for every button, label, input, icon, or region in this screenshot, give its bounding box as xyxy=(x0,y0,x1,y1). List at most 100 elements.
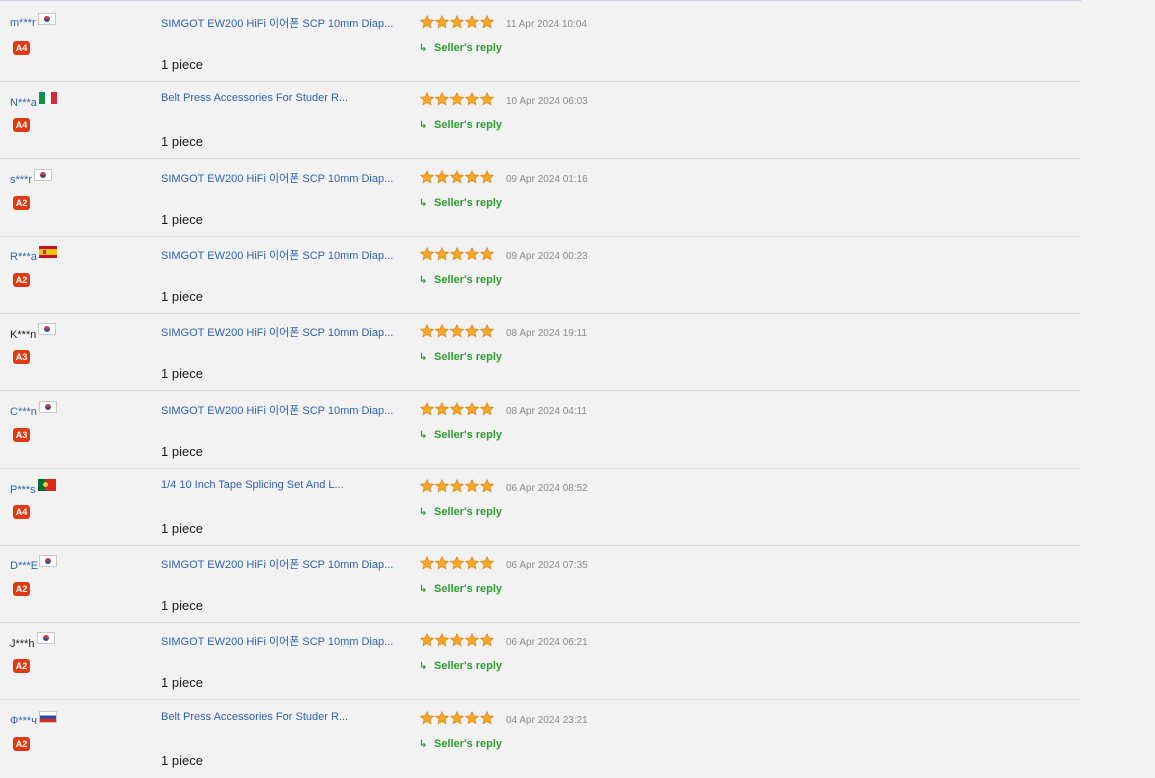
product-link[interactable]: 1/4 10 Inch Tape Splicing Set And L... xyxy=(161,479,344,491)
buyer-name[interactable]: D***E xyxy=(10,560,38,572)
star-icon xyxy=(435,402,449,416)
star-icon xyxy=(420,556,434,570)
buyer-level-badge: A2 xyxy=(13,582,30,596)
quantity-text: 1 piece xyxy=(161,212,203,227)
rating-stars xyxy=(420,711,495,727)
feedback-list: m***r A4 SIMGOT EW200 HiFi 이어폰 SCP 10mm … xyxy=(0,0,1081,777)
buyer-level-badge: A3 xyxy=(13,428,30,442)
buyer-name[interactable]: K***n xyxy=(10,329,36,341)
star-icon xyxy=(465,170,479,184)
quantity-text: 1 piece xyxy=(161,521,203,536)
seller-reply-label: Seller's reply xyxy=(434,197,503,209)
product-link[interactable]: SIMGOT EW200 HiFi 이어폰 SCP 10mm Diap... xyxy=(161,556,393,572)
star-icon xyxy=(480,711,494,725)
feedback-row: D***E A2 SIMGOT EW200 HiFi 이어폰 SCP 10mm … xyxy=(0,546,1081,623)
star-icon xyxy=(450,247,464,261)
buyer-name[interactable]: P***s xyxy=(10,484,36,496)
rating-stars xyxy=(420,170,495,186)
star-icon xyxy=(420,402,434,416)
seller-reply-link[interactable]: ↳ Seller's reply xyxy=(419,583,502,595)
star-icon xyxy=(450,711,464,725)
kr-flag-icon xyxy=(39,401,57,413)
star-icon xyxy=(420,711,434,725)
buyer-level-badge: A4 xyxy=(13,118,30,132)
seller-reply-link[interactable]: ↳ Seller's reply xyxy=(419,42,502,54)
seller-reply-link[interactable]: ↳ Seller's reply xyxy=(419,506,502,518)
seller-reply-label: Seller's reply xyxy=(434,738,503,750)
feedback-row: R***a A2 SIMGOT EW200 HiFi 이어폰 SCP 10mm … xyxy=(0,237,1081,314)
buyer-name[interactable]: J***h xyxy=(10,638,34,650)
star-icon xyxy=(420,92,434,106)
star-icon xyxy=(465,711,479,725)
star-icon xyxy=(420,633,434,647)
reply-arrow-icon: ↳ xyxy=(419,661,428,672)
star-icon xyxy=(435,324,449,338)
star-icon xyxy=(450,556,464,570)
star-icon xyxy=(465,402,479,416)
rating-stars xyxy=(420,556,495,572)
star-icon xyxy=(420,324,434,338)
quantity-text: 1 piece xyxy=(161,289,203,304)
es-flag-icon xyxy=(39,246,57,258)
feedback-row: C***n A3 SIMGOT EW200 HiFi 이어폰 SCP 10mm … xyxy=(0,392,1081,469)
product-link[interactable]: SIMGOT EW200 HiFi 이어폰 SCP 10mm Diap... xyxy=(161,170,393,186)
seller-reply-label: Seller's reply xyxy=(434,351,503,363)
review-date: 08 Apr 2024 04:11 xyxy=(506,406,587,417)
reply-arrow-icon: ↳ xyxy=(419,275,428,286)
star-icon xyxy=(480,170,494,184)
buyer-name[interactable]: m***r xyxy=(10,17,36,29)
quantity-text: 1 piece xyxy=(161,598,203,613)
buyer-name[interactable]: R***a xyxy=(10,251,37,263)
buyer-level-badge: A2 xyxy=(13,273,30,287)
star-icon xyxy=(450,402,464,416)
quantity-text: 1 piece xyxy=(161,753,203,768)
review-date: 11 Apr 2024 10:04 xyxy=(506,19,587,30)
buyer-name[interactable]: N***a xyxy=(10,97,37,109)
it-flag-icon xyxy=(39,92,57,104)
reply-arrow-icon: ↳ xyxy=(419,198,428,209)
buyer-name[interactable]: s***r xyxy=(10,174,32,186)
seller-reply-link[interactable]: ↳ Seller's reply xyxy=(419,274,502,286)
quantity-text: 1 piece xyxy=(161,675,203,690)
star-icon xyxy=(480,15,494,29)
buyer-name[interactable]: C***n xyxy=(10,406,37,418)
star-icon xyxy=(480,556,494,570)
feedback-row: m***r A4 SIMGOT EW200 HiFi 이어폰 SCP 10mm … xyxy=(0,5,1081,82)
rating-stars xyxy=(420,15,495,31)
star-icon xyxy=(435,633,449,647)
feedback-row: s***r A2 SIMGOT EW200 HiFi 이어폰 SCP 10mm … xyxy=(0,160,1081,237)
product-link[interactable]: Belt Press Accessories For Studer R... xyxy=(161,92,348,104)
seller-reply-label: Seller's reply xyxy=(434,583,503,595)
reply-arrow-icon: ↳ xyxy=(419,120,428,131)
quantity-text: 1 piece xyxy=(161,57,203,72)
star-icon xyxy=(465,247,479,261)
reply-arrow-icon: ↳ xyxy=(419,43,428,54)
product-link[interactable]: SIMGOT EW200 HiFi 이어폰 SCP 10mm Diap... xyxy=(161,402,393,418)
seller-reply-link[interactable]: ↳ Seller's reply xyxy=(419,119,502,131)
star-icon xyxy=(480,633,494,647)
rating-stars xyxy=(420,479,495,495)
seller-reply-label: Seller's reply xyxy=(434,660,503,672)
star-icon xyxy=(435,479,449,493)
seller-reply-link[interactable]: ↳ Seller's reply xyxy=(419,351,502,363)
product-link[interactable]: SIMGOT EW200 HiFi 이어폰 SCP 10mm Diap... xyxy=(161,633,393,649)
reply-arrow-icon: ↳ xyxy=(419,739,428,750)
buyer-level-badge: A4 xyxy=(13,505,30,519)
star-icon xyxy=(450,15,464,29)
product-link[interactable]: Belt Press Accessories For Studer R... xyxy=(161,711,348,723)
buyer-name[interactable]: Ф***ч xyxy=(10,715,37,727)
seller-reply-link[interactable]: ↳ Seller's reply xyxy=(419,197,502,209)
product-link[interactable]: SIMGOT EW200 HiFi 이어폰 SCP 10mm Diap... xyxy=(161,324,393,340)
product-link[interactable]: SIMGOT EW200 HiFi 이어폰 SCP 10mm Diap... xyxy=(161,247,393,263)
seller-reply-link[interactable]: ↳ Seller's reply xyxy=(419,660,502,672)
star-icon xyxy=(480,247,494,261)
review-date: 08 Apr 2024 19:11 xyxy=(506,328,587,339)
review-date: 06 Apr 2024 08:52 xyxy=(506,483,588,494)
product-link[interactable]: SIMGOT EW200 HiFi 이어폰 SCP 10mm Diap... xyxy=(161,15,393,31)
buyer-level-badge: A4 xyxy=(13,41,30,55)
seller-reply-link[interactable]: ↳ Seller's reply xyxy=(419,429,502,441)
star-icon xyxy=(450,92,464,106)
rating-stars xyxy=(420,324,495,340)
seller-reply-link[interactable]: ↳ Seller's reply xyxy=(419,738,502,750)
star-icon xyxy=(450,479,464,493)
